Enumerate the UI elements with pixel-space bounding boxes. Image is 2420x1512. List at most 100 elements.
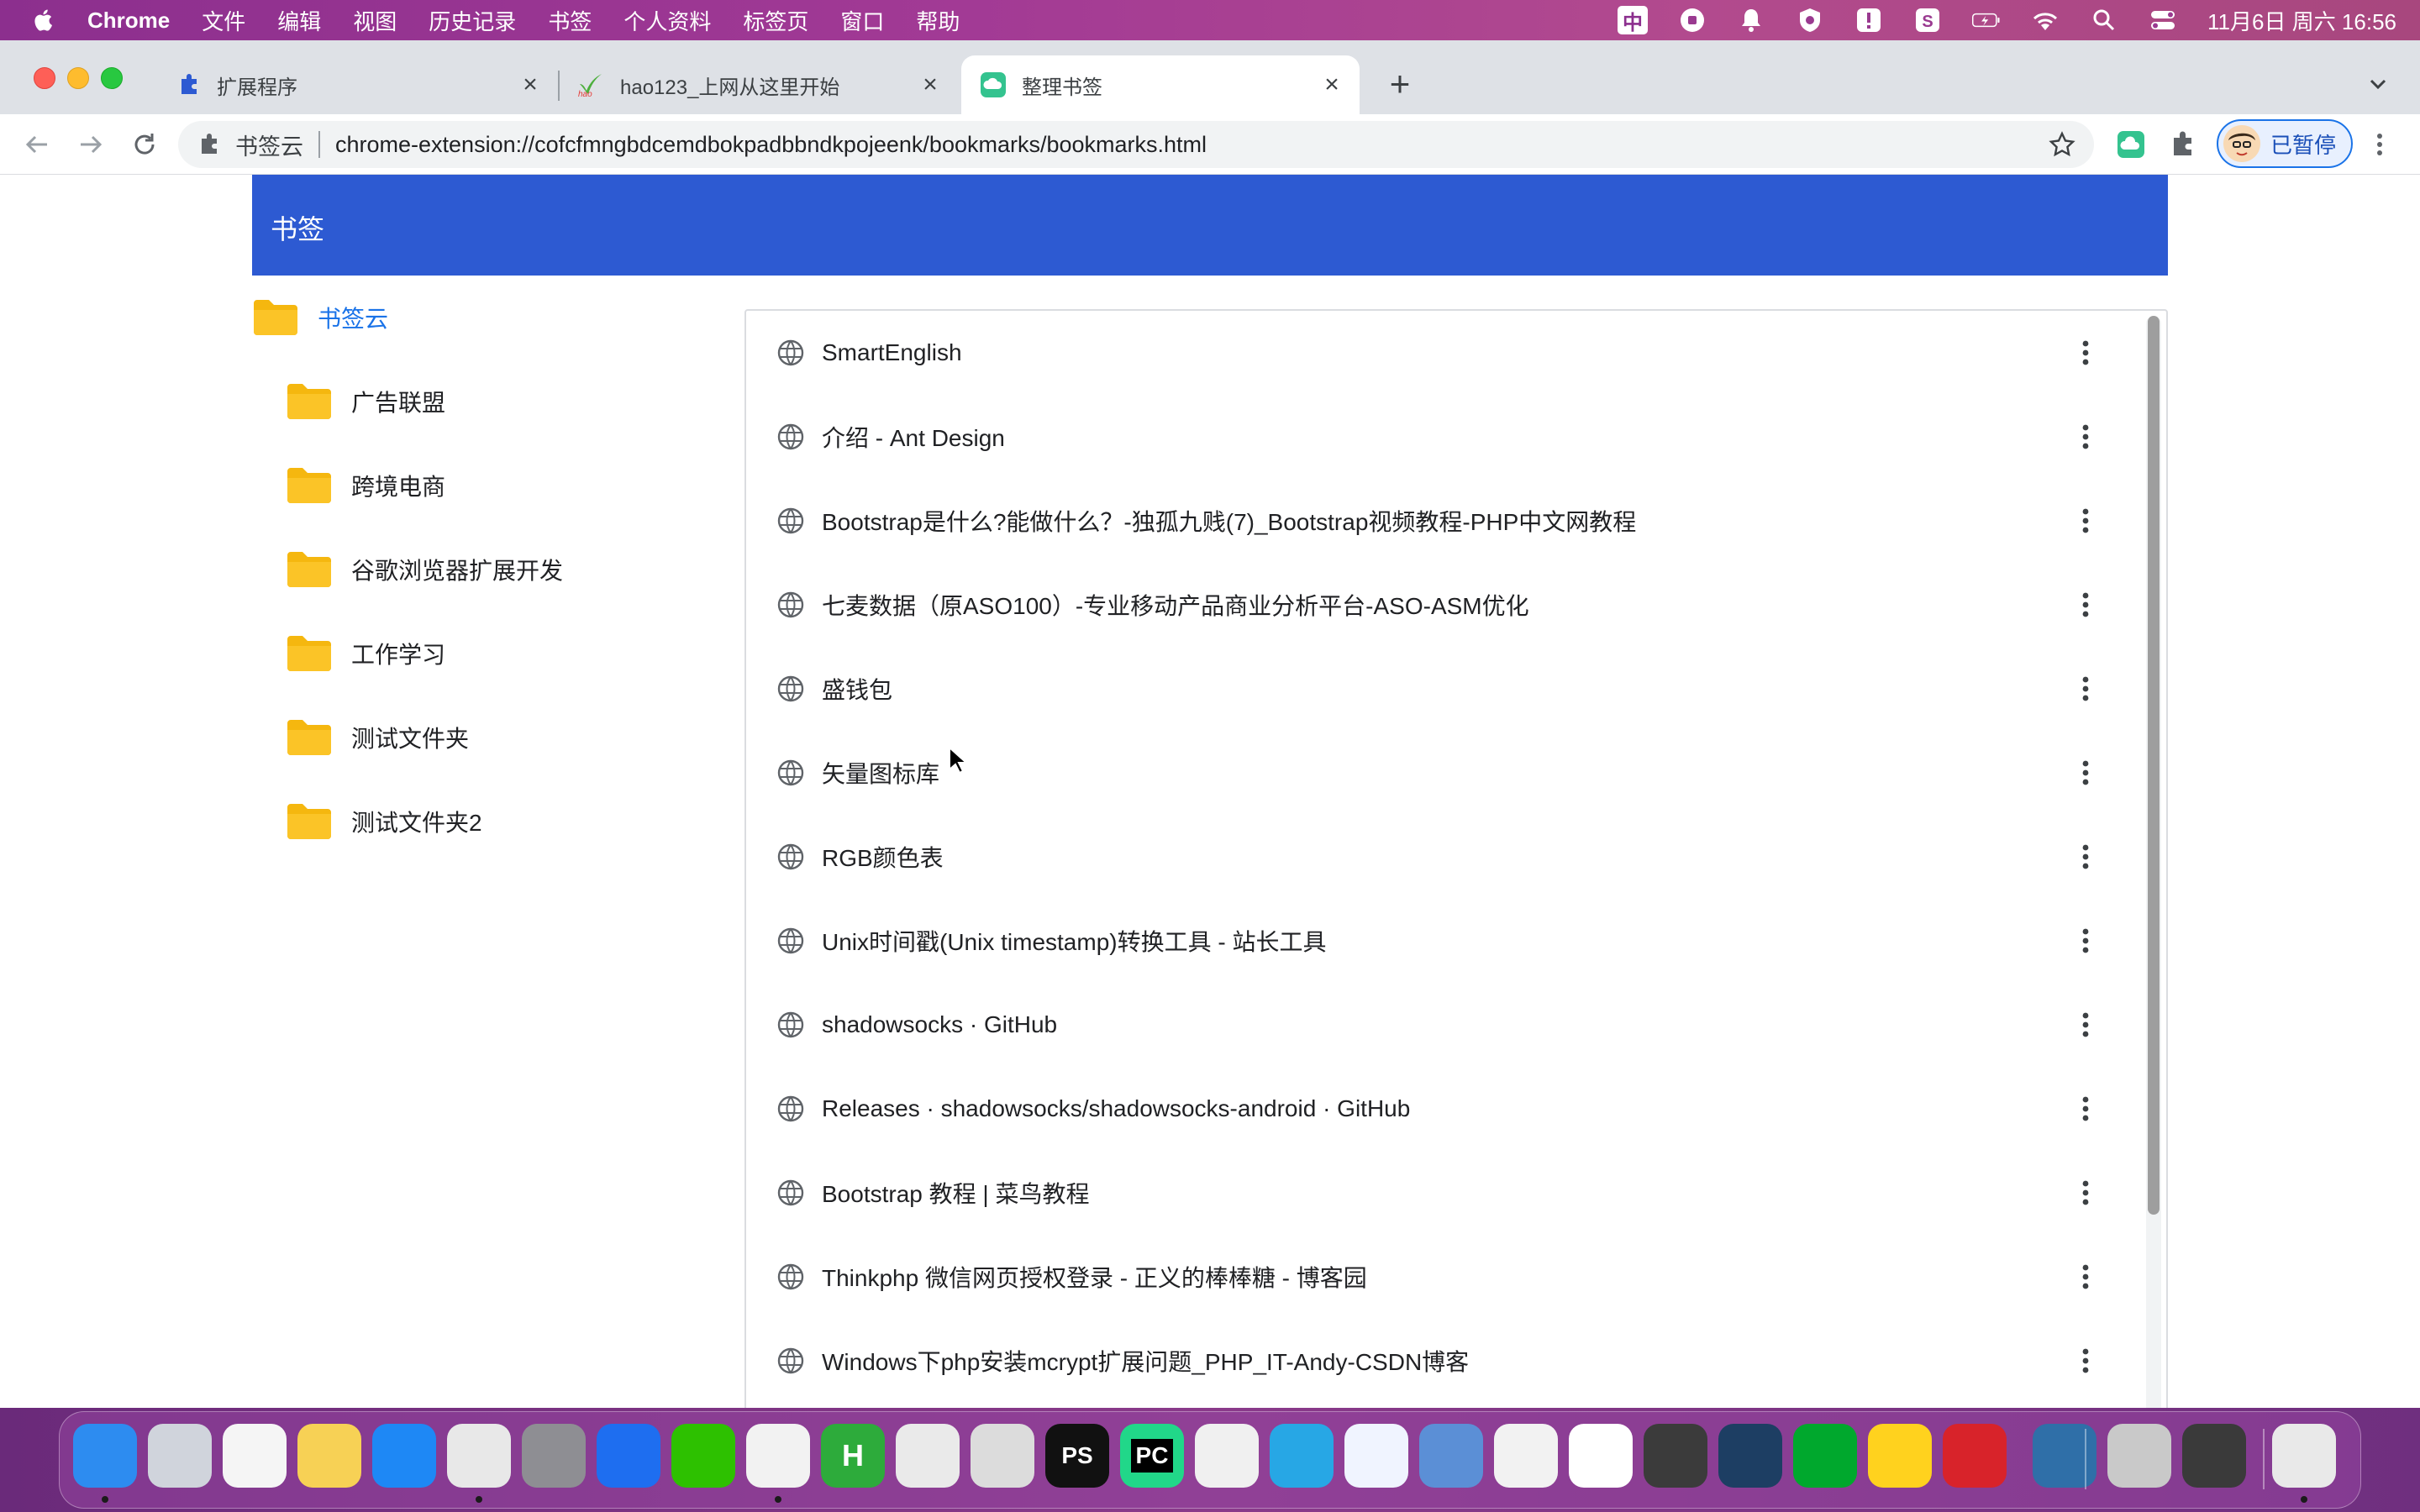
window-zoom-button[interactable] xyxy=(101,67,123,89)
more-vert-icon[interactable] xyxy=(2069,1260,2102,1294)
iterm-icon[interactable] xyxy=(971,1424,1034,1488)
system-preferences-icon[interactable] xyxy=(522,1424,586,1488)
bookmark-row[interactable]: Bootstrap是什么?能做什么？-独孤九贱(7)_Bootstrap视频教程… xyxy=(746,479,2141,563)
menu-edit[interactable]: 编辑 xyxy=(277,5,321,36)
baidu-netdisk-icon[interactable] xyxy=(1344,1424,1408,1488)
folder-item[interactable]: 谷歌浏览器扩展开发 xyxy=(286,544,563,595)
maps-pin-icon[interactable] xyxy=(597,1424,660,1488)
app-store-icon[interactable] xyxy=(372,1424,436,1488)
bookmark-title[interactable]: Windows下php安装mcrypt扩展问题_PHP_IT-Andy-CSDN… xyxy=(822,1344,1469,1378)
menu-window[interactable]: 窗口 xyxy=(840,5,884,36)
menu-view[interactable]: 视图 xyxy=(353,5,397,36)
bookmark-title[interactable]: RGB颜色表 xyxy=(822,840,944,874)
tab-organize-bookmarks[interactable]: 整理书签 × xyxy=(961,55,1360,114)
more-vert-icon[interactable] xyxy=(2069,504,2102,538)
more-vert-icon[interactable] xyxy=(2069,1176,2102,1210)
extensions-puzzle-icon[interactable] xyxy=(2168,129,2198,160)
quicktime-icon[interactable] xyxy=(2182,1424,2246,1488)
bookmark-title[interactable]: 盛钱包 xyxy=(822,672,892,706)
menu-bookmarks[interactable]: 书签 xyxy=(548,5,592,36)
tab-hao123[interactable]: hao hao123_上网从这里开始 × xyxy=(561,55,958,114)
trash-icon[interactable] xyxy=(2272,1424,2336,1488)
bookmark-title[interactable]: 介绍 - Ant Design xyxy=(822,420,1005,454)
folder-item[interactable]: 测试文件夹2 xyxy=(286,796,482,847)
bookmark-title[interactable]: shadowsocks · GitHub xyxy=(822,1011,1057,1038)
s-app-icon[interactable]: S xyxy=(1913,6,1942,34)
profile-button[interactable]: 已暂停 xyxy=(2217,119,2353,168)
close-icon[interactable]: × xyxy=(1319,71,1344,98)
sublime-icon[interactable] xyxy=(1644,1424,1707,1488)
more-vert-icon[interactable] xyxy=(2069,840,2102,874)
notes-icon[interactable] xyxy=(297,1424,361,1488)
more-vert-icon[interactable] xyxy=(2069,1344,2102,1378)
more-vert-icon[interactable] xyxy=(2069,924,2102,958)
bookmark-title[interactable]: Releases · shadowsocks/shadowsocks-andro… xyxy=(822,1095,1410,1122)
more-vert-icon[interactable] xyxy=(2069,1092,2102,1126)
chrome-menu-icon[interactable] xyxy=(2365,129,2395,160)
typora-icon[interactable] xyxy=(896,1424,960,1488)
vscode-icon[interactable] xyxy=(1195,1424,1259,1488)
more-vert-icon[interactable] xyxy=(2069,588,2102,622)
more-vert-icon[interactable] xyxy=(2069,420,2102,454)
qq-music-icon[interactable] xyxy=(1868,1424,1932,1488)
printer-icon[interactable] xyxy=(2107,1424,2171,1488)
tab-extensions[interactable]: 扩展程序 × xyxy=(165,55,558,114)
spotlight-search-icon[interactable] xyxy=(2090,6,2118,34)
input-method-icon[interactable]: 中 xyxy=(1618,6,1649,34)
back-arrow-icon[interactable] xyxy=(22,129,52,160)
control-center-icon[interactable] xyxy=(2149,6,2177,34)
more-vert-icon[interactable] xyxy=(2069,1008,2102,1042)
window-close-button[interactable] xyxy=(34,67,55,89)
bookmark-row[interactable]: 七麦数据（原ASO100）-专业移动产品商业分析平台-ASO-ASM优化 xyxy=(746,563,2141,647)
hbuilder-icon[interactable]: H xyxy=(821,1424,885,1488)
telegram-icon[interactable] xyxy=(1270,1424,1334,1488)
bookmark-row[interactable]: Windows下php安装mcrypt扩展问题_PHP_IT-Andy-CSDN… xyxy=(746,1319,2141,1403)
evernote-icon[interactable] xyxy=(1793,1424,1857,1488)
bookmark-row[interactable]: RGB颜色表 xyxy=(746,815,2141,899)
more-vert-icon[interactable] xyxy=(2069,336,2102,370)
forward-arrow-icon[interactable] xyxy=(76,129,106,160)
chrome-icon[interactable] xyxy=(447,1424,511,1488)
folder-item[interactable]: 工作学习 xyxy=(286,628,445,679)
record-icon[interactable] xyxy=(1678,6,1707,34)
launchpad-icon[interactable] xyxy=(148,1424,212,1488)
battery-charging-icon[interactable] xyxy=(1972,6,2001,34)
address-bar[interactable]: 书签云 chrome-extension://cofcfmngbdcemdbok… xyxy=(178,121,2094,168)
finder-icon[interactable] xyxy=(73,1424,137,1488)
scrollbar-thumb[interactable] xyxy=(2148,316,2160,1215)
menu-help[interactable]: 帮助 xyxy=(916,5,960,36)
bookmark-star-icon[interactable] xyxy=(2049,131,2075,158)
menu-tabs[interactable]: 标签页 xyxy=(743,5,808,36)
url-text[interactable]: chrome-extension://cofcfmngbdcemdbokpadb… xyxy=(335,132,1207,158)
window-minimize-button[interactable] xyxy=(67,67,89,89)
g-app-icon[interactable] xyxy=(1569,1424,1633,1488)
menu-file[interactable]: 文件 xyxy=(202,5,245,36)
phpstorm-icon[interactable]: PS xyxy=(1045,1424,1109,1488)
more-vert-icon[interactable] xyxy=(2069,672,2102,706)
bookmark-row[interactable]: Thinkphp 微信网页授权登录 - 正义的棒棒糖 - 博客园 xyxy=(746,1235,2141,1319)
pycharm-icon[interactable]: PC xyxy=(1120,1424,1184,1488)
qq-icon[interactable] xyxy=(746,1424,810,1488)
bookmark-row[interactable]: 介绍 - Ant Design xyxy=(746,395,2141,479)
bookmark-title[interactable]: Bootstrap是什么?能做什么？-独孤九贱(7)_Bootstrap视频教程… xyxy=(822,504,1636,538)
close-icon[interactable]: × xyxy=(518,71,543,98)
bookmark-row[interactable]: Releases · shadowsocks/shadowsocks-andro… xyxy=(746,1067,2141,1151)
dolphin-icon[interactable] xyxy=(2033,1424,2096,1488)
bookmark-title[interactable]: Bootstrap 教程 | 菜鸟教程 xyxy=(822,1176,1089,1210)
bookmark-cloud-extension-icon[interactable] xyxy=(2116,129,2146,160)
bookmark-row[interactable]: Bootstrap 教程 | 菜鸟教程 xyxy=(746,1151,2141,1235)
bookmark-row[interactable]: shadowsocks · GitHub xyxy=(746,983,2141,1067)
bookmark-title[interactable]: 七麦数据（原ASO100）-专业移动产品商业分析平台-ASO-ASM优化 xyxy=(822,588,1529,622)
bookmark-row[interactable]: SmartEnglish xyxy=(746,311,2141,395)
apple-logo-icon[interactable] xyxy=(32,8,57,33)
more-vert-icon[interactable] xyxy=(2069,756,2102,790)
reload-icon[interactable] xyxy=(129,129,160,160)
shield-icon[interactable] xyxy=(1796,6,1824,34)
bookmark-row[interactable]: Unix时间戳(Unix timestamp)转换工具 - 站长工具 xyxy=(746,899,2141,983)
bookmark-title[interactable]: Thinkphp 微信网页授权登录 - 正义的棒棒糖 - 博客园 xyxy=(822,1260,1367,1294)
wps-icon[interactable] xyxy=(1494,1424,1558,1488)
menubar-clock[interactable]: 11月6日 周六 16:56 xyxy=(2207,5,2396,36)
folder-item[interactable]: 测试文件夹 xyxy=(286,712,469,763)
new-tab-button[interactable]: + xyxy=(1383,64,1417,103)
folder-item[interactable]: 广告联盟 xyxy=(286,376,445,427)
